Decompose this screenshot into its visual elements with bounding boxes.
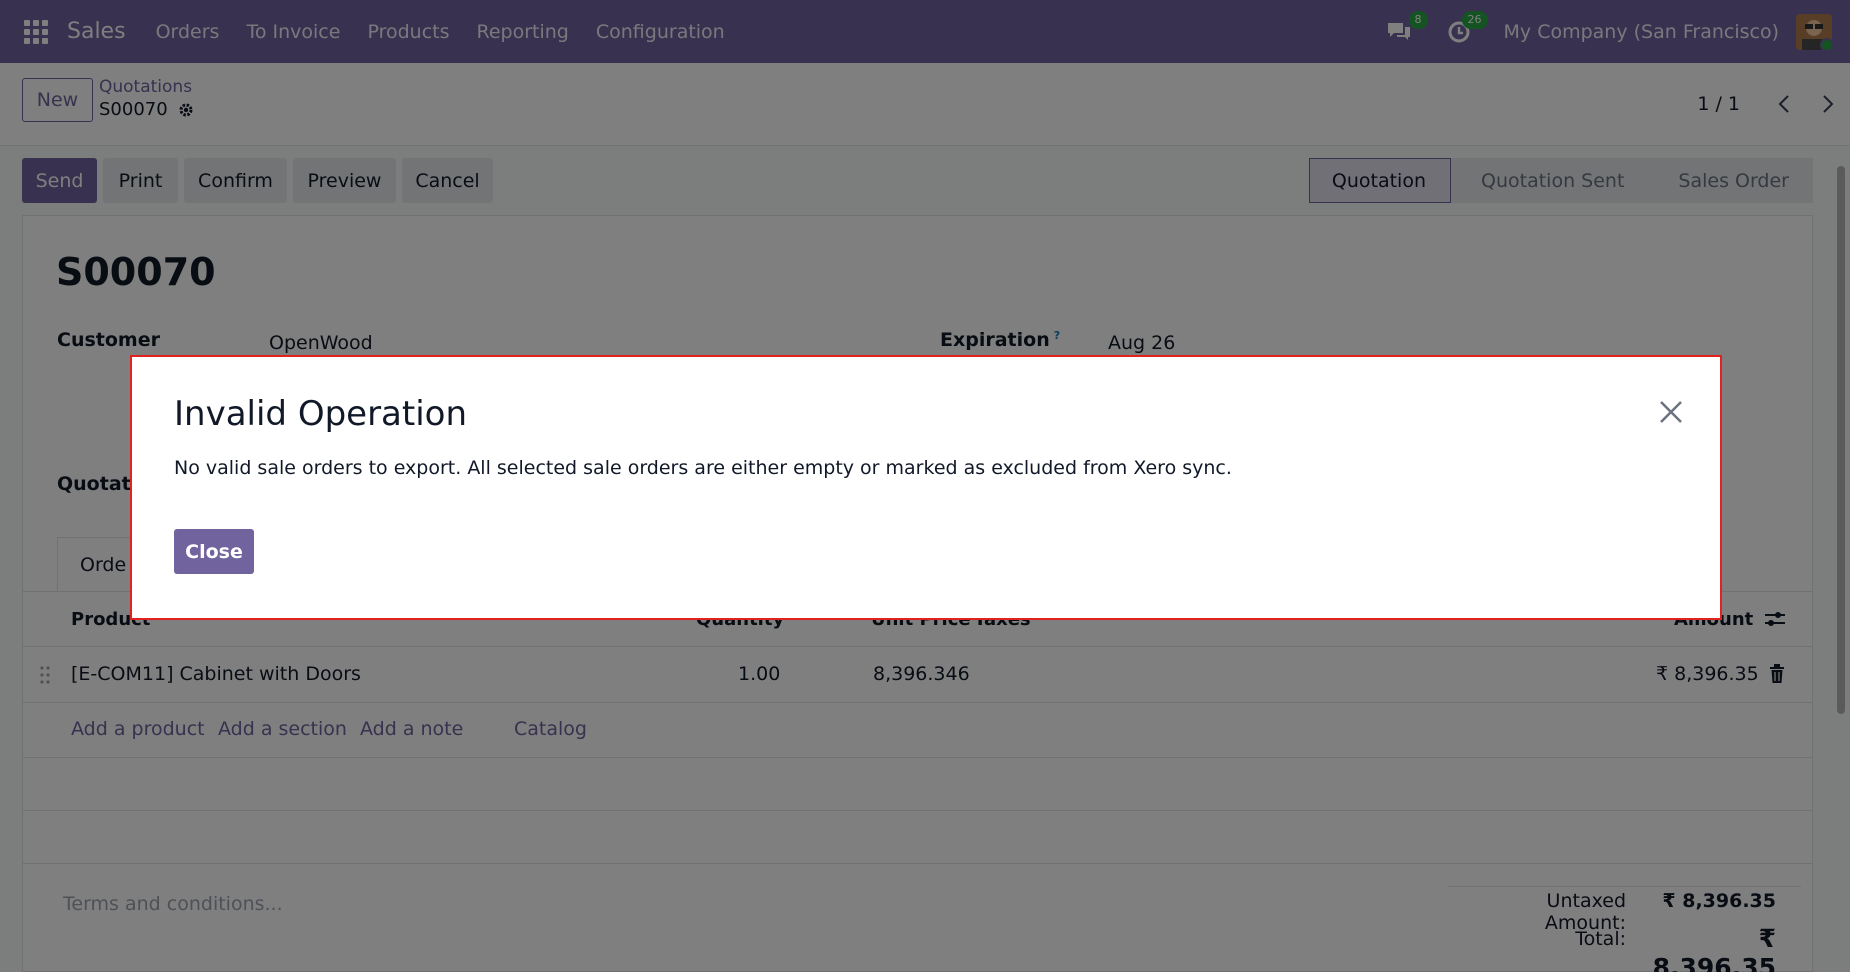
dialog-title: Invalid Operation xyxy=(174,394,468,434)
dialog-message: No valid sale orders to export. All sele… xyxy=(174,457,1232,479)
invalid-operation-dialog: Invalid Operation No valid sale orders t… xyxy=(130,355,1722,620)
close-icon[interactable] xyxy=(1658,399,1684,425)
close-button[interactable]: Close xyxy=(174,529,254,574)
